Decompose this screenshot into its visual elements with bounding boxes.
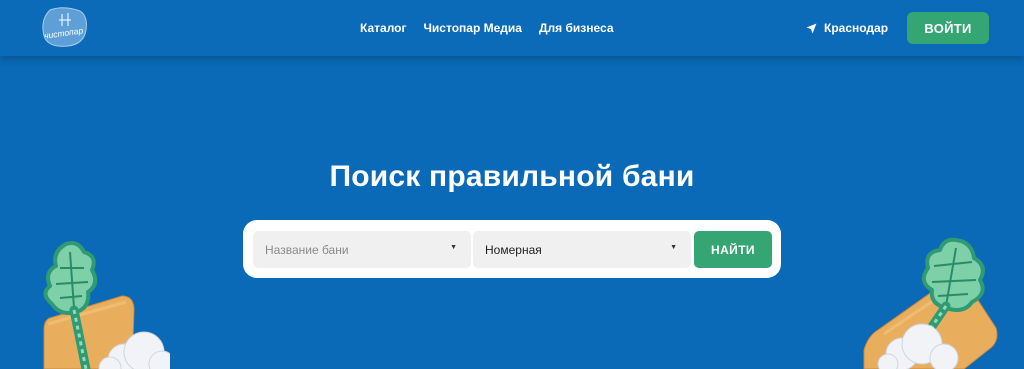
- nav-item-media[interactable]: Чистопар Медиа: [424, 21, 522, 35]
- nav-item-business[interactable]: Для бизнеса: [539, 21, 614, 35]
- chevron-down-icon: ▼: [670, 244, 677, 251]
- logo[interactable]: чистопар: [40, 6, 88, 48]
- chevron-down-icon: ▼: [450, 244, 457, 251]
- city-label: Краснодар: [824, 21, 889, 35]
- city-selector[interactable]: Краснодар: [806, 0, 888, 56]
- bath-name-select[interactable]: Название бани ▼: [253, 231, 471, 268]
- search-button[interactable]: НАЙТИ: [694, 231, 772, 268]
- broom-illustration-right: [863, 237, 998, 369]
- site-header: чистопар Каталог Чистопар Медиа Для бизн…: [0, 0, 1024, 56]
- login-button[interactable]: ВОЙТИ: [907, 12, 989, 44]
- location-arrow-icon: [806, 23, 817, 33]
- bath-type-value: Номерная: [485, 242, 542, 257]
- page-title: Поиск правильной бани: [329, 160, 695, 193]
- nav-item-catalog[interactable]: Каталог: [360, 21, 407, 35]
- bath-name-placeholder: Название бани: [265, 242, 349, 257]
- broom-illustration-left: [43, 241, 170, 369]
- main-nav: Каталог Чистопар Медиа Для бизнеса: [360, 0, 631, 56]
- bath-type-select[interactable]: Номерная ▼: [473, 231, 691, 268]
- search-form: Название бани ▼ Номерная ▼ НАЙТИ: [243, 220, 781, 278]
